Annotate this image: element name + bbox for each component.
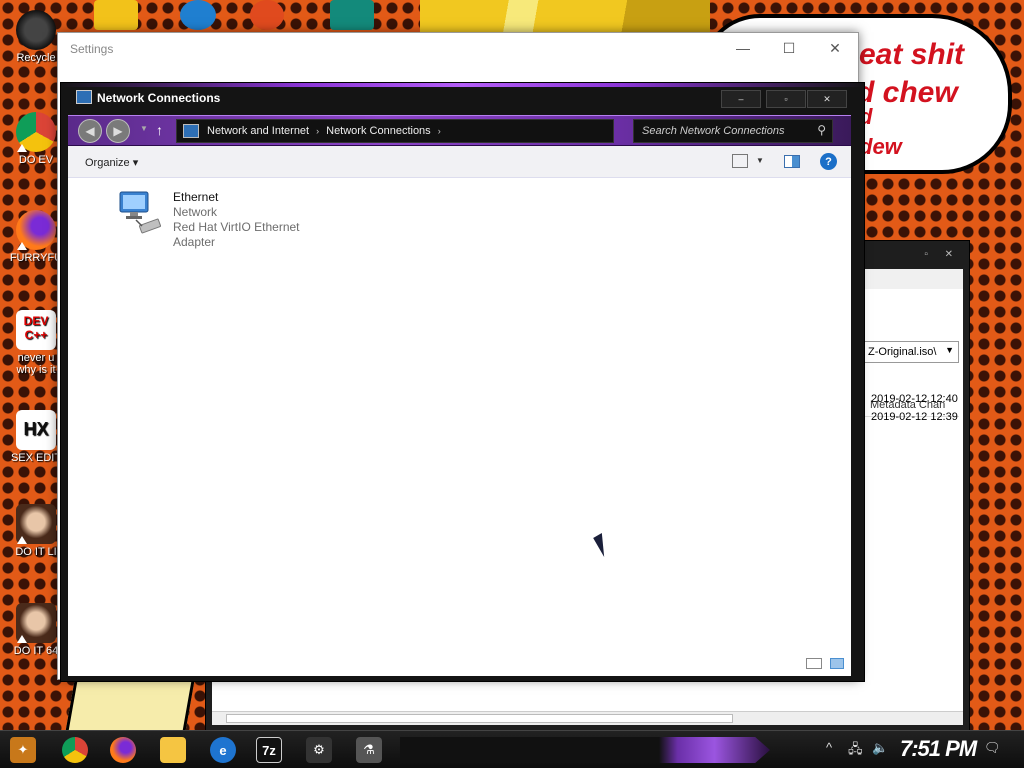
scrollbar-thumb[interactable] — [226, 714, 733, 723]
search-icon[interactable]: ⚲ — [817, 123, 826, 137]
firefox-icon — [16, 210, 56, 250]
chevron-down-icon[interactable]: ▼ — [756, 156, 764, 165]
ethernet-adapter-icon — [119, 191, 161, 234]
network-connections-icon — [76, 90, 92, 104]
breadcrumb[interactable]: Network and Internet › Network Connectio… — [176, 119, 614, 143]
maximize-button[interactable]: ▫ — [766, 90, 806, 108]
shortcut-arrow-icon — [17, 635, 27, 643]
edge-icon[interactable]: e — [210, 737, 236, 763]
desktop-icon-recycle-bin[interactable]: Recycle — [8, 10, 64, 64]
table-cell: 2019-02-12 12:39 — [871, 411, 958, 423]
search-placeholder: Search Network Connections — [642, 125, 785, 137]
content-area: Organize ▾ ▼ ? Ethernet Network Red Hat … — [68, 146, 851, 676]
help-icon[interactable]: ? — [820, 153, 837, 170]
desktop-icon-label: DO IT LI — [15, 546, 57, 558]
network-connections-window[interactable]: Network Connections – ▫ ✕ ◀ ▶ ▼ ↑ Networ… — [60, 82, 865, 682]
chevron-up-icon[interactable]: ^ — [826, 740, 832, 755]
app-icon-publisher[interactable] — [330, 0, 374, 30]
network-settings-icon[interactable]: ⚗ — [356, 737, 382, 763]
sevenzip-icon[interactable]: 7z — [256, 737, 282, 763]
taskbar-decoration — [400, 737, 770, 763]
navigation-bar: ◀ ▶ ▼ ↑ Network and Internet › Network C… — [68, 115, 851, 146]
desktop-icon-devcpp[interactable]: DEV C++ never u why is it — [8, 310, 64, 376]
forward-button[interactable]: ▶ — [106, 119, 130, 143]
shortcut-arrow-icon — [17, 242, 27, 250]
desktop-icon-label: DO EV — [18, 154, 54, 166]
minimize-button[interactable]: – — [721, 90, 761, 108]
recent-locations-dropdown[interactable]: ▼ — [140, 124, 148, 133]
organize-label: Organize — [85, 157, 130, 169]
app-icon-pin[interactable] — [180, 0, 216, 30]
background-window-controls[interactable]: ▫ ✕ — [924, 249, 953, 260]
hex-editor-icon: HX — [16, 410, 56, 450]
desktop-icon-chrome[interactable]: DO EV — [8, 112, 64, 166]
address-value: Z-Original.iso\ — [868, 346, 937, 358]
chrome-icon[interactable] — [62, 737, 88, 763]
desktop-icon-label: Recycle — [16, 52, 56, 64]
portrait-icon — [16, 603, 56, 643]
connection-name: Ethernet — [173, 190, 219, 204]
action-center-icon[interactable]: 🗨 — [984, 740, 1001, 756]
shortcut-arrow-icon — [17, 144, 27, 152]
shortcut-arrow-icon — [17, 536, 27, 544]
app-icon-browser[interactable] — [250, 0, 284, 30]
desktop-icon-hex-editor[interactable]: HX SEX EDIT — [8, 410, 64, 464]
portrait-icon — [16, 504, 56, 544]
background-address-bar[interactable]: Z-Original.iso\ ▼ — [863, 341, 959, 363]
change-view-icon[interactable] — [732, 154, 748, 168]
desktop-icon-label: SEX EDIT — [10, 452, 62, 464]
settings-title: Settings — [70, 42, 114, 56]
back-button[interactable]: ◀ — [78, 119, 102, 143]
control-panel-icon — [183, 124, 199, 138]
devcpp-icon: DEV C++ — [16, 310, 56, 350]
desktop-icon-label: FURRYFU — [9, 252, 63, 264]
chevron-right-icon[interactable]: › — [316, 126, 319, 136]
chevron-down-icon[interactable]: ▼ — [945, 345, 954, 355]
desktop-icon-firefox[interactable]: FURRYFU — [8, 210, 64, 264]
start-button[interactable]: ✦ — [10, 737, 36, 763]
connection-item-ethernet[interactable]: Ethernet Network Red Hat VirtIO Ethernet… — [118, 190, 338, 249]
window-glow-border — [61, 83, 864, 87]
settings-close-button[interactable]: ✕ — [812, 33, 858, 63]
close-button[interactable]: ✕ — [807, 90, 847, 108]
network-icon[interactable]: 🖧 — [848, 740, 863, 762]
desktop-icon-label: never u — [17, 352, 55, 364]
taskbar: ✦ e 7z ⚙ ⚗ ^ 🖧 🔈 7:51 PM 🗨 — [0, 730, 1024, 768]
details-view-icon[interactable] — [806, 658, 822, 669]
search-input[interactable]: Search Network Connections ⚲ — [633, 119, 833, 143]
up-arrow-icon[interactable]: ↑ — [156, 122, 163, 138]
command-bar: Organize ▾ ▼ ? — [68, 146, 851, 178]
recycle-bin-icon — [16, 10, 56, 50]
breadcrumb-network-and-internet[interactable]: Network and Internet — [207, 125, 309, 137]
settings-gear-icon[interactable]: ⚙ — [306, 737, 332, 763]
breadcrumb-network-connections[interactable]: Network Connections — [326, 125, 431, 137]
connection-adapter: Red Hat VirtIO Ethernet Adapter — [173, 220, 300, 249]
horizontal-scrollbar[interactable] — [212, 711, 963, 725]
table-cell: 2019-02-12 12:40 — [871, 393, 958, 405]
file-explorer-icon[interactable] — [160, 737, 186, 763]
speech-line-4: dew — [859, 134, 902, 159]
connection-network: Network — [173, 205, 218, 219]
desktop-icon-label: DO IT 64 — [13, 645, 59, 657]
settings-maximize-button[interactable]: ☐ — [766, 33, 812, 63]
large-icons-view-icon[interactable] — [830, 658, 844, 669]
organize-menu[interactable]: Organize ▾ — [85, 156, 138, 169]
chrome-icon — [16, 112, 56, 152]
firefox-icon[interactable] — [110, 737, 136, 763]
chevron-right-icon[interactable]: › — [438, 126, 441, 136]
desktop-icon-label-2: why is it — [16, 364, 56, 376]
clock[interactable]: 7:51 PM — [900, 736, 977, 762]
app-icon-pc[interactable] — [94, 0, 138, 30]
desktop-icon-portrait-2[interactable]: DO IT 64 — [8, 603, 64, 657]
desktop-icon-portrait-1[interactable]: DO IT LI — [8, 504, 64, 558]
wallpaper-note — [65, 678, 195, 734]
speaker-icon[interactable]: 🔈 — [872, 740, 888, 756]
wallpaper-figure — [420, 0, 710, 34]
preview-pane-icon[interactable] — [784, 155, 800, 168]
window-title: Network Connections — [97, 91, 221, 105]
speech-line-1: eat shit — [859, 38, 965, 71]
settings-minimize-button[interactable]: — — [720, 33, 766, 63]
